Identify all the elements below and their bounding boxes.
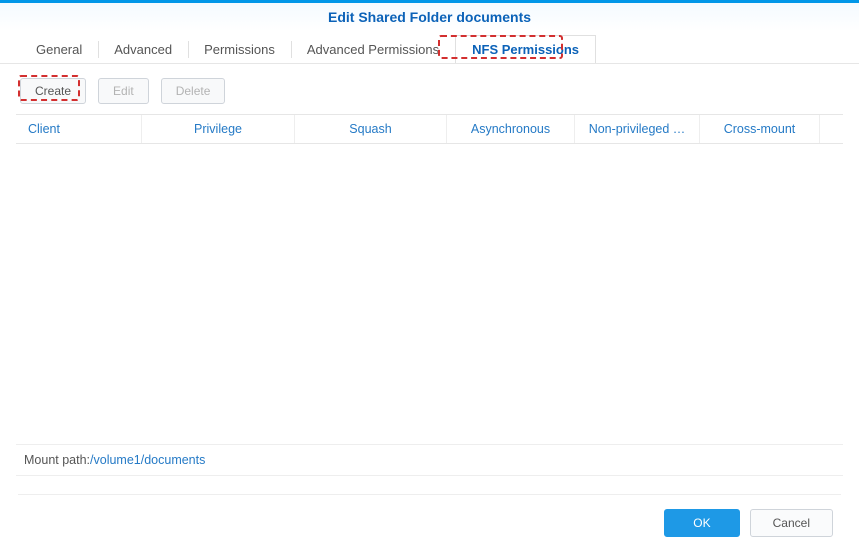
col-asynchronous[interactable]: Asynchronous	[447, 115, 575, 143]
table-header: Client Privilege Squash Asynchronous Non…	[16, 114, 843, 144]
col-client[interactable]: Client	[16, 115, 142, 143]
tab-advanced[interactable]: Advanced	[98, 35, 188, 63]
col-privilege[interactable]: Privilege	[142, 115, 295, 143]
mount-path-value: /volume1/documents	[90, 453, 205, 467]
tab-permissions[interactable]: Permissions	[188, 35, 291, 63]
dialog-footer: OK Cancel	[664, 509, 833, 537]
mount-path-row: Mount path:/volume1/documents	[16, 444, 843, 476]
tabs-row: General Advanced Permissions Advanced Pe…	[0, 31, 859, 64]
footer-separator	[18, 494, 841, 495]
tab-advanced-permissions[interactable]: Advanced Permissions	[291, 35, 455, 63]
tab-nfs-permissions[interactable]: NFS Permissions	[455, 35, 596, 63]
window-title: Edit Shared Folder documents	[0, 3, 859, 31]
table-body	[16, 144, 843, 444]
col-spare	[820, 115, 843, 143]
col-squash[interactable]: Squash	[295, 115, 447, 143]
col-nonprivileged[interactable]: Non-privileged …	[575, 115, 700, 143]
mount-path-label: Mount path:	[24, 453, 90, 467]
toolbar: Create Edit Delete	[0, 64, 859, 114]
create-button[interactable]: Create	[20, 78, 86, 104]
tab-general[interactable]: General	[20, 35, 98, 63]
col-crossmount[interactable]: Cross-mount	[700, 115, 820, 143]
edit-button[interactable]: Edit	[98, 78, 149, 104]
ok-button[interactable]: OK	[664, 509, 739, 537]
cancel-button[interactable]: Cancel	[750, 509, 833, 537]
delete-button[interactable]: Delete	[161, 78, 226, 104]
